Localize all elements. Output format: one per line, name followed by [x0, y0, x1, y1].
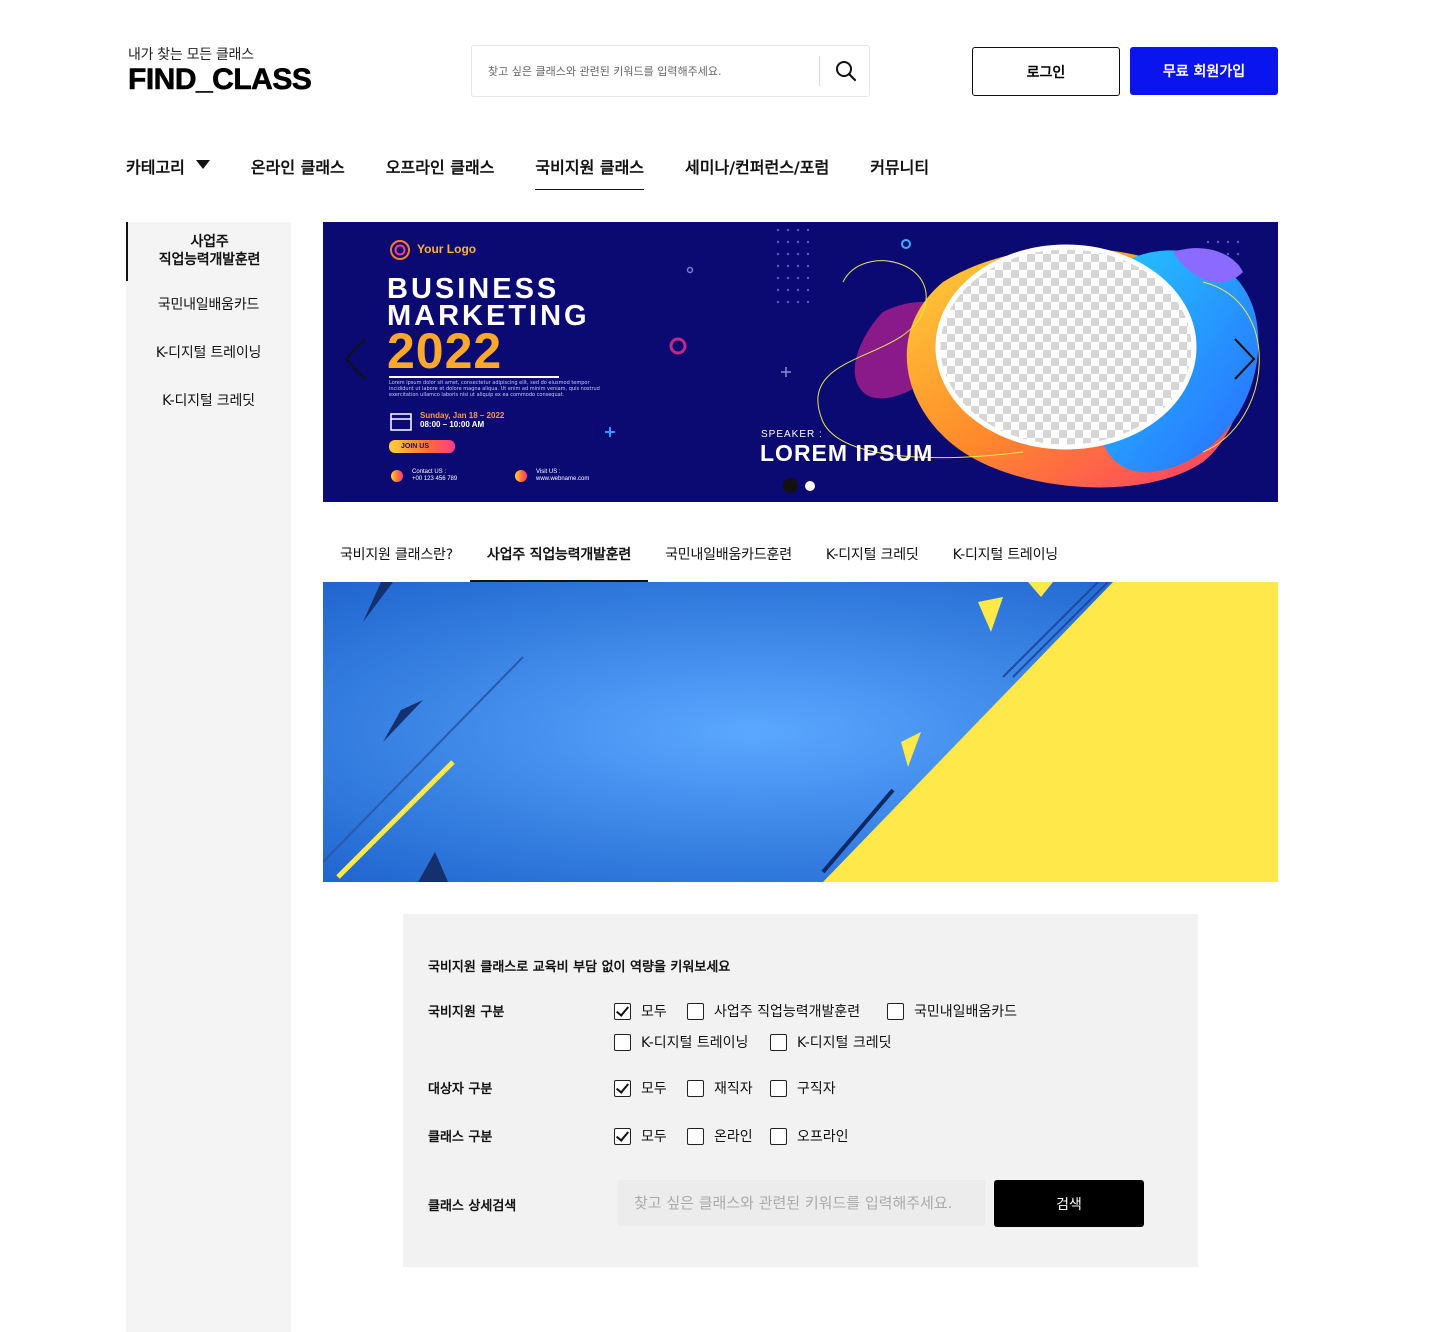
checkbox-label: 오프라인 — [797, 1129, 849, 1145]
checkbox-gov-k-digital-credit[interactable]: K-디지털 크레딧 — [770, 1032, 892, 1052]
checkbox-gov-learning-card[interactable]: 국민내일배움카드 — [887, 1001, 1017, 1021]
hero-next-button[interactable] — [1233, 337, 1257, 385]
search-divider — [819, 56, 820, 86]
hero-contact-label: Contact US : — [412, 469, 447, 475]
nav-community[interactable]: 커뮤니티 — [870, 150, 929, 190]
header-search — [471, 45, 870, 97]
chevron-right-icon — [1234, 338, 1256, 380]
logo-tagline: 내가 찾는 모든 클래스 — [128, 47, 254, 63]
hero-pagination — [783, 478, 815, 493]
chevron-left-icon — [344, 338, 366, 380]
class-filter-panel: 국비지원 클래스로 교육비 부담 없이 역량을 키워보세요 국비지원 구분 모두… — [403, 914, 1198, 1267]
sidebar-item-employer-training[interactable]: 사업주 직업능력개발훈련 — [126, 222, 291, 281]
hero-prev-button[interactable] — [343, 337, 367, 385]
filter-headline: 국비지원 클래스로 교육비 부담 없이 역량을 키워보세요 — [428, 960, 731, 975]
checkbox-label: 모두 — [641, 1129, 667, 1145]
nav-gov-class[interactable]: 국비지원 클래스 — [535, 150, 644, 190]
hero-banner[interactable]: Your Logo BUSINESS MARKETING 2022 Lorem … — [323, 222, 1278, 502]
filter-label-target: 대상자 구분 — [428, 1082, 493, 1097]
header-search-input[interactable] — [472, 46, 818, 96]
checkbox-label: 사업주 직업능력개발훈련 — [714, 1004, 861, 1020]
sidebar-item-k-digital-credit[interactable]: K-디지털 크레딧 — [126, 390, 291, 410]
checkbox-unchecked-icon — [687, 1002, 704, 1020]
hero-line1: BUSINESS — [387, 273, 560, 305]
search-icon — [836, 61, 857, 82]
logo-brand: FIND_CLASS — [128, 63, 312, 96]
promo-banner-artwork — [323, 582, 1278, 882]
hero-speaker-label: SPEAKER : — [761, 429, 823, 440]
checkbox-label: 국민내일배움카드 — [914, 1004, 1018, 1020]
nav-category-label: 카테고리 — [126, 158, 185, 177]
nav-online-class[interactable]: 온라인 클래스 — [251, 150, 345, 190]
hero-time: 08:00 – 10:00 AM — [420, 420, 485, 429]
filter-label-class-type: 클래스 구분 — [428, 1130, 493, 1145]
nav-category[interactable]: 카테고리 — [126, 150, 210, 190]
checkbox-checked-icon — [614, 1127, 631, 1145]
nav-offline-class[interactable]: 오프라인 클래스 — [386, 150, 495, 190]
hero-year: 2022 — [387, 323, 503, 379]
join-button[interactable]: 무료 회원가입 — [1130, 47, 1278, 95]
detail-search-input[interactable] — [618, 1180, 985, 1226]
checkbox-unchecked-icon — [770, 1127, 787, 1145]
login-button[interactable]: 로그인 — [972, 47, 1120, 96]
hero-contact-value: +00 123 456 789 — [412, 476, 458, 482]
checkbox-unchecked-icon — [770, 1079, 787, 1097]
tab-k-digital-training[interactable]: K-디지털 트레이닝 — [936, 536, 1075, 582]
sidebar-item-k-digital-training[interactable]: K-디지털 트레이닝 — [126, 342, 291, 362]
hero-dot-1[interactable] — [783, 478, 798, 493]
checkbox-target-jobseeker[interactable]: 구직자 — [770, 1078, 836, 1098]
checkbox-unchecked-icon — [614, 1033, 631, 1051]
checkbox-unchecked-icon — [687, 1079, 704, 1097]
main-nav: 카테고리 온라인 클래스 오프라인 클래스 국비지원 클래스 세미나/컨퍼런스/… — [126, 150, 970, 190]
checkbox-unchecked-icon — [887, 1002, 904, 1020]
hero-logo-text: Your Logo — [417, 242, 477, 256]
checkbox-label: 재직자 — [714, 1081, 753, 1097]
hero-speaker-name: LOREM IPSUM — [760, 440, 934, 466]
checkbox-target-employed[interactable]: 재직자 — [687, 1078, 753, 1098]
caret-down-icon — [195, 160, 210, 169]
sidebar-item-label: 사업주 직업능력개발훈련 — [158, 234, 261, 268]
site-logo[interactable]: 내가 찾는 모든 클래스 FIND_CLASS — [128, 44, 312, 96]
checkbox-label: 구직자 — [797, 1081, 836, 1097]
nav-seminar[interactable]: 세미나/컨퍼런스/포럼 — [685, 150, 829, 190]
tab-learning-card[interactable]: 국민내일배움카드훈련 — [648, 536, 809, 582]
checkbox-gov-k-digital-training[interactable]: K-디지털 트레이닝 — [614, 1032, 748, 1052]
sidebar: 사업주 직업능력개발훈련 국민내일배움카드 K-디지털 트레이닝 K-디지털 크… — [126, 222, 291, 1332]
hero-dot-2[interactable] — [805, 480, 815, 491]
checkbox-checked-icon — [614, 1002, 631, 1020]
checkbox-class-offline[interactable]: 오프라인 — [770, 1126, 849, 1146]
hero-join: JOIN US — [401, 443, 430, 450]
hero-lorem: Lorem ipsum dolor sit amet, consectetur … — [389, 380, 600, 398]
checkbox-unchecked-icon — [687, 1127, 704, 1145]
checkbox-checked-icon — [614, 1079, 631, 1097]
checkbox-label: 온라인 — [714, 1129, 753, 1145]
checkbox-label: 모두 — [641, 1081, 667, 1097]
checkbox-unchecked-icon — [770, 1033, 787, 1051]
filter-label-gov-type: 국비지원 구분 — [428, 1005, 505, 1020]
checkbox-class-online[interactable]: 온라인 — [687, 1126, 753, 1146]
checkbox-gov-employer-training[interactable]: 사업주 직업능력개발훈련 — [687, 1001, 860, 1021]
tab-about[interactable]: 국비지원 클래스란? — [323, 536, 470, 582]
checkbox-label: K-디지털 크레딧 — [797, 1035, 892, 1051]
tab-k-digital-credit[interactable]: K-디지털 크레딧 — [809, 536, 936, 582]
promo-banner — [323, 582, 1278, 882]
header-search-button[interactable] — [822, 46, 870, 96]
checkbox-target-all[interactable]: 모두 — [614, 1078, 667, 1098]
sidebar-item-learning-card[interactable]: 국민내일배움카드 — [126, 294, 291, 314]
gov-class-tabs: 국비지원 클래스란? 사업주 직업능력개발훈련 국민내일배움카드훈련 K-디지털… — [323, 536, 1075, 582]
filter-label-detail-search: 클래스 상세검색 — [428, 1199, 517, 1214]
hero-visit-label: Visit US : — [536, 469, 561, 475]
checkbox-gov-all[interactable]: 모두 — [614, 1001, 667, 1021]
tab-employer-training[interactable]: 사업주 직업능력개발훈련 — [469, 536, 649, 582]
checkbox-label: 모두 — [641, 1004, 667, 1020]
hero-visit-value: www.webname.com — [536, 476, 590, 482]
detail-search-button[interactable]: 검색 — [994, 1180, 1144, 1227]
hero-date: Sunday, Jan 18 – 2022 — [420, 411, 505, 420]
checkbox-label: K-디지털 트레이닝 — [641, 1035, 749, 1051]
checkbox-class-all[interactable]: 모두 — [614, 1126, 667, 1146]
